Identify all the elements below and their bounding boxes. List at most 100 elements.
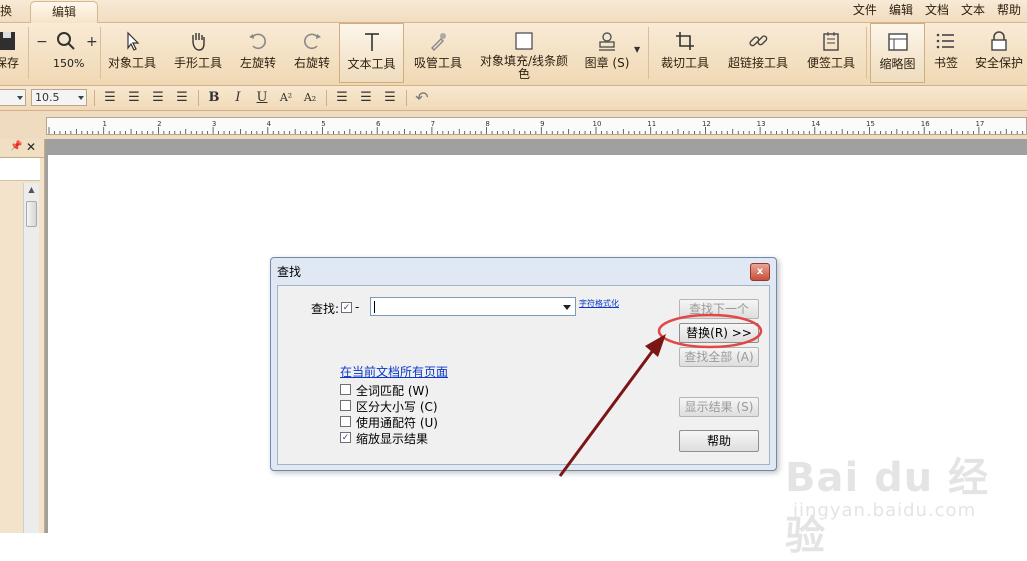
find-all-button[interactable]: 查找全部 (A) — [679, 347, 759, 367]
watermark: Bai du 经验 jingyan.baidu.com — [785, 425, 1025, 559]
note-tool-label: 便签工具 — [806, 56, 855, 70]
ruler-number: 11 — [647, 120, 656, 128]
scroll-up-icon[interactable]: ▲ — [24, 183, 39, 197]
indent-icon[interactable]: ☰ — [380, 89, 400, 107]
stamp-label: 图章 (S) — [584, 56, 630, 70]
rotate-right-button[interactable]: 右旋转 — [290, 23, 334, 83]
ruler-number: 12 — [702, 120, 711, 128]
line-spacing-icon[interactable]: ☰ — [332, 89, 352, 107]
font-size-select[interactable]: 10.5 — [31, 89, 87, 106]
ruler-ticks: 1 2 3 4 5 6 7 8 9 10 11 12 13 14 15 16 17 — [48, 120, 1024, 134]
bookmark-button[interactable]: 书签 — [930, 23, 962, 83]
horizontal-ruler[interactable]: 1 2 3 4 5 6 7 8 9 10 11 12 13 14 15 16 17 — [46, 117, 1027, 135]
stamp-icon — [595, 29, 619, 53]
underline-button[interactable]: U — [252, 89, 272, 107]
fill-color-icon — [512, 29, 536, 53]
magnifier-icon[interactable] — [56, 31, 76, 55]
undo-icon[interactable]: ↶ — [412, 89, 432, 107]
ruler-number: 17 — [975, 120, 984, 128]
ruler-number: 7 — [431, 120, 435, 128]
zoom-results-checkbox[interactable]: ✓ — [340, 432, 351, 443]
stamp-dropdown-icon[interactable]: ▼ — [634, 45, 640, 54]
help-button[interactable]: 帮助 — [679, 430, 759, 452]
replace-button[interactable]: 替换(R) >> — [679, 323, 759, 343]
ribbon-divider — [866, 27, 867, 79]
toolbar-divider — [406, 90, 407, 106]
text-tool-label: 文本工具 — [347, 57, 396, 71]
match-case-checkbox[interactable] — [340, 400, 351, 411]
find-input[interactable] — [370, 297, 576, 316]
zoom-level[interactable]: 150% — [53, 57, 84, 70]
stamp-button[interactable]: 图章 (S) — [582, 23, 632, 83]
paragraph-spacing-icon[interactable]: ☰ — [356, 89, 376, 107]
close-icon[interactable]: ✕ — [26, 140, 36, 154]
dialog-title: 查找 — [277, 265, 302, 279]
ribbon-divider — [648, 27, 649, 79]
menu-text[interactable]: 文本 — [955, 0, 991, 20]
side-panel-scrollbar[interactable]: ▲ — [23, 183, 39, 533]
wildcard-checkbox[interactable] — [340, 416, 351, 427]
ribbon: 保存 − + 150% 对象工具 手形工具 左旋转 右旋转 文本工具 吸管工具 … — [0, 23, 1027, 86]
dropdown-arrow-icon[interactable] — [563, 305, 571, 310]
thumbnail-button[interactable]: 缩略图 — [870, 23, 925, 83]
find-next-button[interactable]: 查找下一个 — [679, 299, 759, 319]
menu-help[interactable]: 帮助 — [991, 0, 1027, 20]
ruler-number: 3 — [212, 120, 216, 128]
font-name-select[interactable] — [0, 89, 26, 106]
superscript-button[interactable]: A² — [276, 89, 296, 107]
ruler-number: 4 — [267, 120, 272, 128]
align-right-icon[interactable]: ☰ — [148, 89, 168, 107]
fill-color-label-line2: 色 — [517, 67, 530, 81]
zoom-results-label: 缩放显示结果 — [356, 432, 429, 446]
hand-tool-button[interactable]: 手形工具 — [170, 23, 226, 83]
menu-document[interactable]: 文档 — [919, 0, 955, 20]
security-button[interactable]: 安全保护 — [972, 23, 1026, 83]
menu-file[interactable]: 文件 — [847, 0, 883, 20]
tab-convert[interactable]: 换 — [0, 1, 16, 22]
ruler-number: 2 — [157, 120, 161, 128]
crop-tool-label: 裁切工具 — [660, 56, 709, 70]
find-option-checkbox[interactable]: ✓ — [341, 302, 352, 313]
crop-icon — [673, 29, 697, 53]
eyedropper-tool-button[interactable]: 吸管工具 — [410, 23, 466, 83]
text-tool-button[interactable]: 文本工具 — [339, 23, 404, 83]
scrollbar-thumb[interactable] — [26, 201, 37, 227]
whole-word-checkbox[interactable] — [340, 384, 351, 395]
object-tool-button[interactable]: 对象工具 — [104, 23, 160, 83]
tab-bar: 换 编辑 文件 编辑 文档 文本 帮助 — [0, 0, 1027, 23]
align-left-icon[interactable]: ☰ — [100, 89, 120, 107]
rotate-left-button[interactable]: 左旋转 — [236, 23, 280, 83]
italic-button[interactable]: I — [228, 89, 248, 107]
format-link[interactable]: 字符格式化 — [579, 298, 619, 309]
save-button[interactable]: 保存 — [0, 23, 22, 83]
save-icon — [0, 29, 19, 53]
fill-color-button[interactable]: 对象填充/线条颜 色 — [476, 23, 572, 83]
bookmark-list-icon — [934, 29, 958, 53]
align-justify-icon[interactable]: ☰ — [172, 89, 192, 107]
note-tool-button[interactable]: 便签工具 — [802, 23, 860, 83]
subscript-button[interactable]: A₂ — [300, 89, 320, 107]
pin-icon[interactable]: 📌 — [10, 141, 22, 152]
menu-edit[interactable]: 编辑 — [883, 0, 919, 20]
find-label: 查找: — [311, 302, 340, 316]
show-results-button[interactable]: 显示结果 (S) — [679, 397, 759, 417]
align-center-icon[interactable]: ☰ — [124, 89, 144, 107]
thumbnail-label: 缩略图 — [879, 57, 916, 71]
ruler-number: 5 — [321, 120, 325, 128]
text-caret — [374, 301, 375, 313]
bookmark-label: 书签 — [933, 56, 958, 70]
bold-button[interactable]: B — [204, 89, 224, 107]
side-panel: 📌 ✕ ▲ — [0, 139, 45, 533]
zoom-out-icon[interactable]: − — [36, 34, 48, 50]
security-label: 安全保护 — [974, 56, 1023, 70]
crop-tool-button[interactable]: 裁切工具 — [656, 23, 714, 83]
tab-edit[interactable]: 编辑 — [30, 1, 98, 23]
eyedropper-icon — [426, 29, 450, 53]
ruler-number: 10 — [593, 120, 602, 128]
zoom-in-icon[interactable]: + — [86, 34, 98, 50]
toolbar-divider — [326, 90, 327, 106]
lock-icon — [987, 29, 1011, 53]
link-tool-button[interactable]: 超链接工具 — [724, 23, 792, 83]
scope-link[interactable]: 在当前文档所有页面 — [340, 363, 448, 380]
dialog-close-button[interactable]: x — [750, 263, 770, 281]
